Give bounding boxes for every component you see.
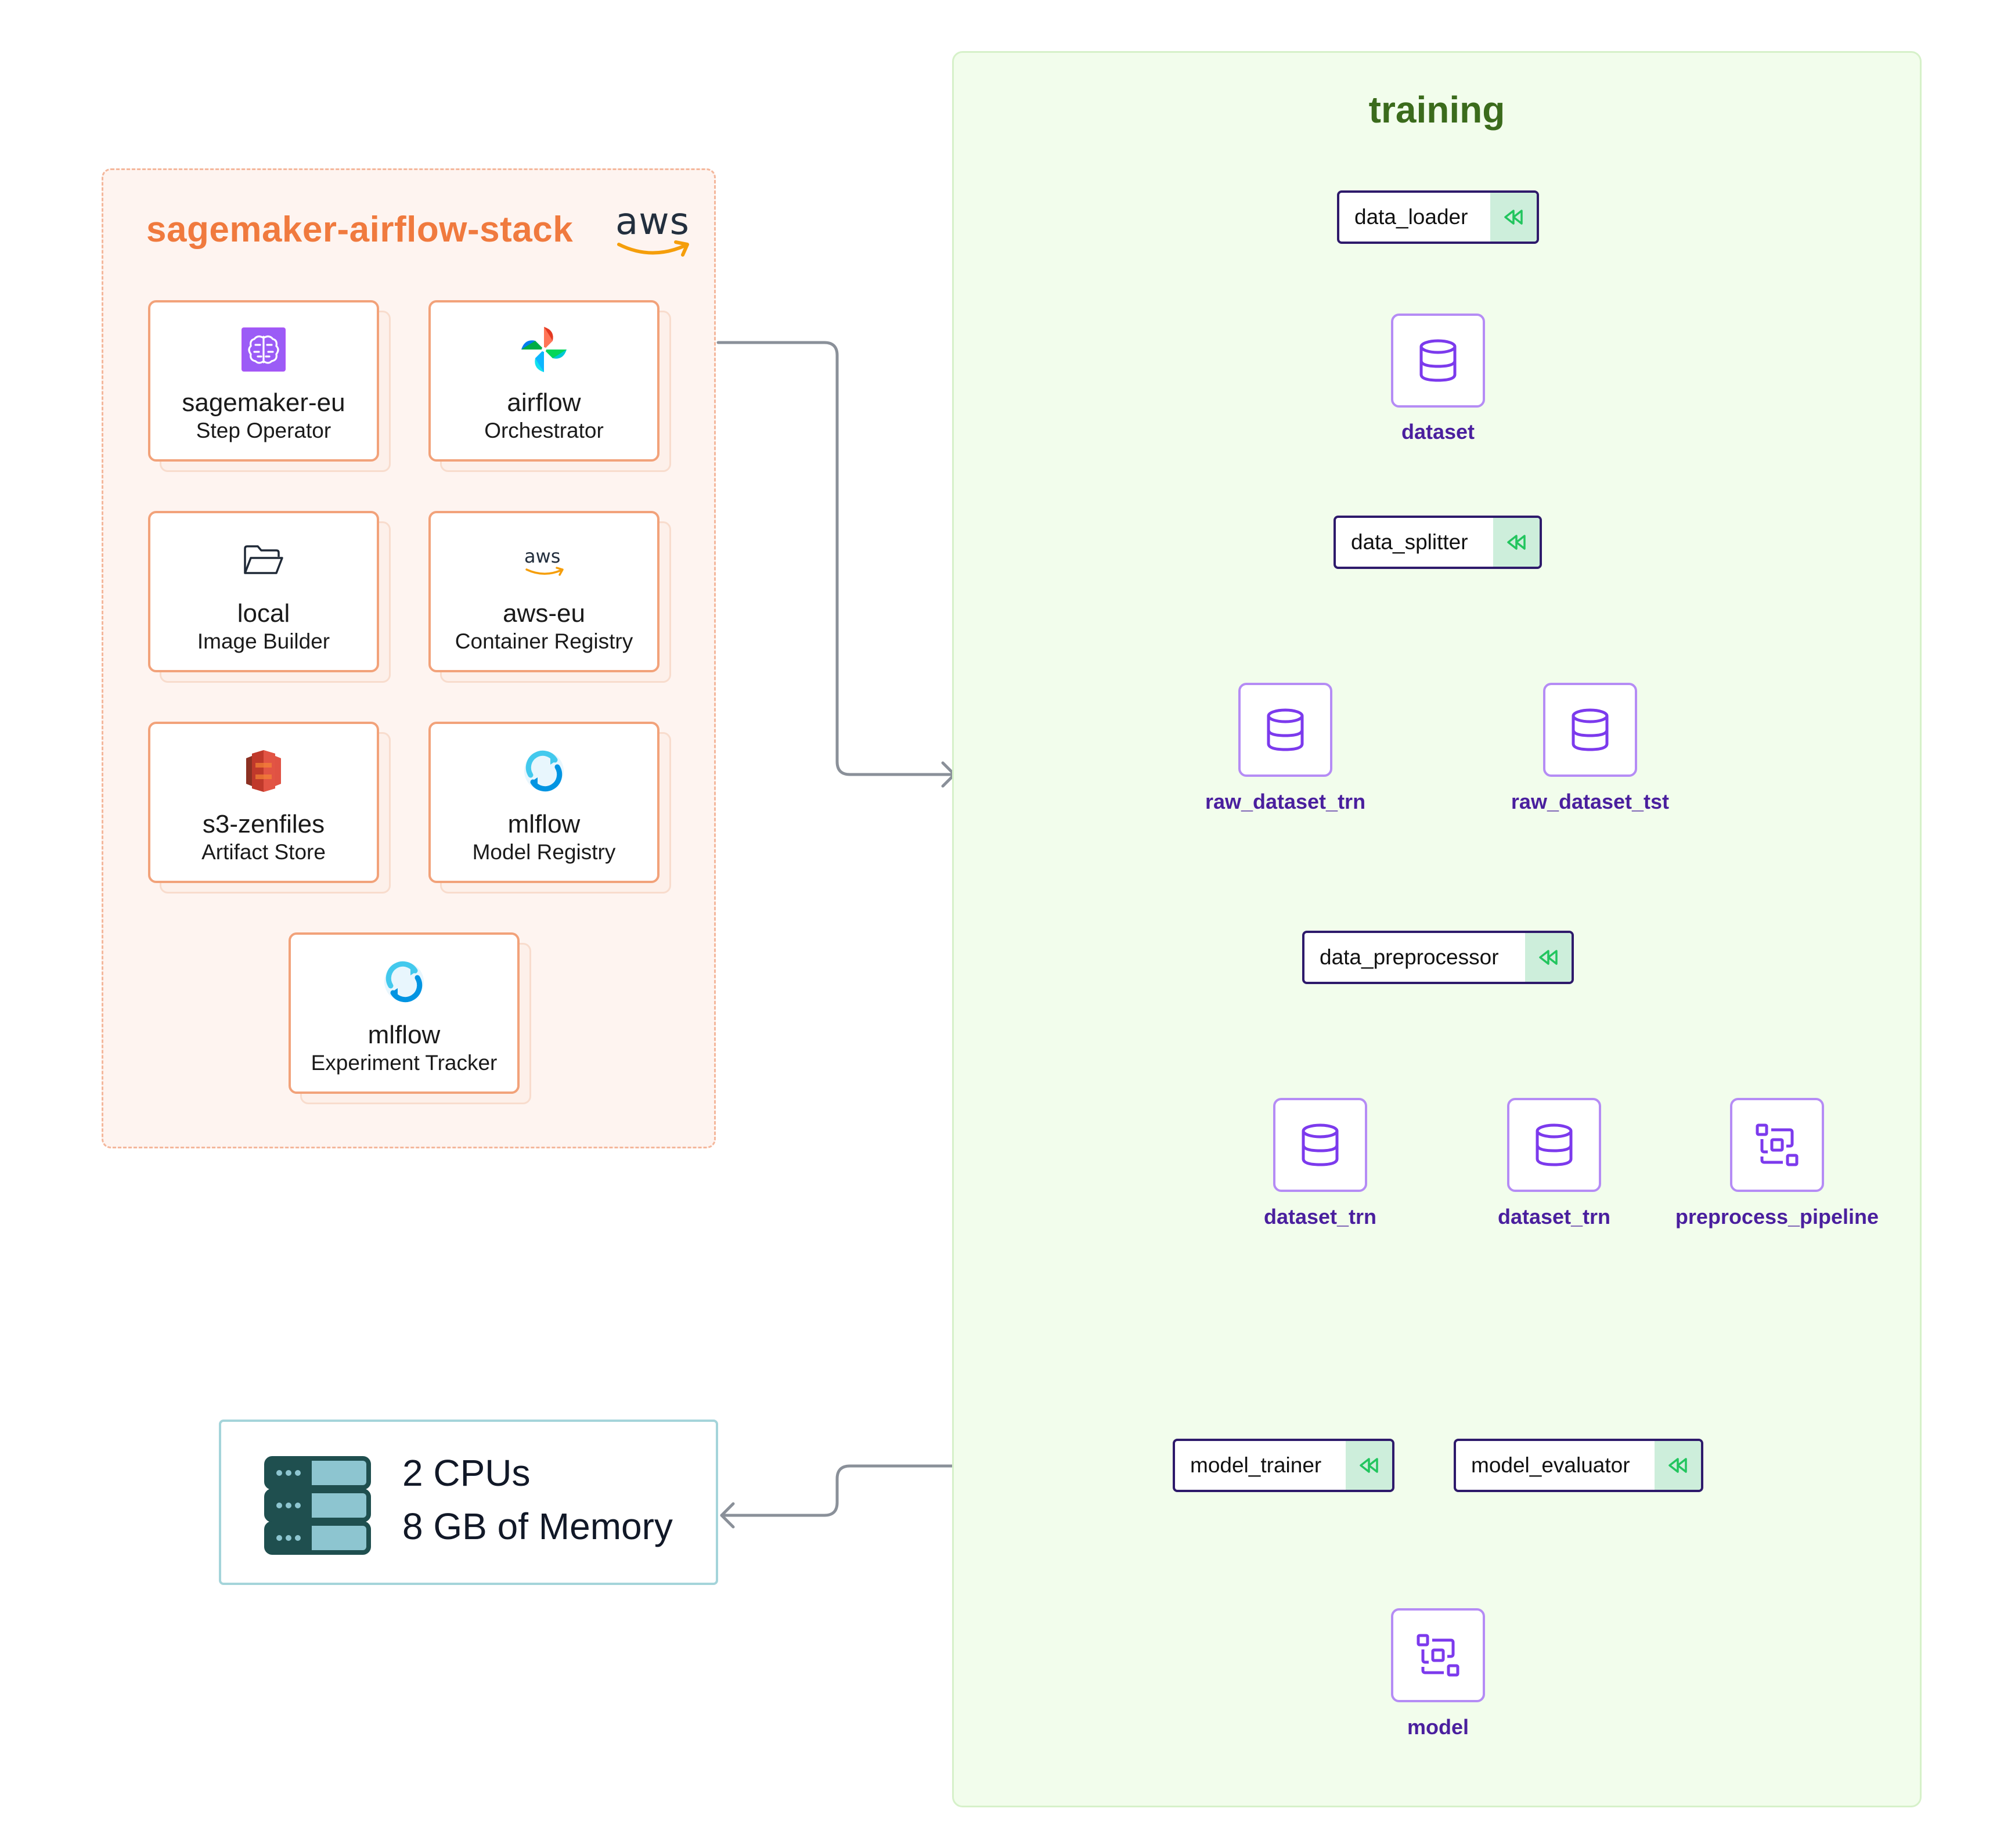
step-label: data_preprocessor [1320, 945, 1499, 969]
component-type: Step Operator [196, 419, 331, 442]
artifact-label: raw_dataset_trn [1205, 790, 1366, 813]
sagemaker-brain-icon [242, 327, 286, 372]
step-model-evaluator[interactable]: model_evaluator [1454, 1439, 1703, 1492]
step-model-trainer[interactable]: model_trainer [1173, 1439, 1394, 1492]
database-icon [1302, 1123, 1339, 1166]
component-type: Image Builder [197, 629, 330, 653]
artifact-dataset[interactable] [1391, 314, 1485, 408]
cpu-count: 2 CPUs [402, 1452, 531, 1494]
cached-rewind-icon [1493, 518, 1540, 567]
database-icon [1267, 708, 1304, 751]
component-type: Container Registry [455, 629, 633, 653]
step-label: data_loader [1354, 205, 1468, 229]
artifact-preprocess-pipeline[interactable] [1730, 1098, 1824, 1192]
database-icon [1536, 1123, 1573, 1166]
artifact-label: preprocess_pipeline [1675, 1205, 1879, 1229]
step-data-splitter[interactable]: data_splitter [1334, 516, 1542, 569]
artifact-label: model [1407, 1715, 1469, 1739]
component-name: sagemaker-eu [182, 388, 345, 417]
artifact-raw-dataset-tst[interactable] [1543, 683, 1637, 777]
component-type: Model Registry [472, 840, 616, 864]
stack-component-artifact-store[interactable]: s3-zenfiles Artifact Store [148, 722, 392, 896]
stack-component-step-operator[interactable]: sagemaker-eu Step Operator [148, 300, 392, 474]
artifact-dataset-trn-2[interactable] [1507, 1098, 1601, 1192]
component-name: aws-eu [503, 599, 585, 628]
artifact-model[interactable] [1391, 1608, 1485, 1702]
artifact-raw-dataset-trn[interactable] [1238, 683, 1332, 777]
server-rack-icon [264, 1456, 371, 1555]
s3-bucket-icon [246, 750, 281, 792]
component-name: mlflow [507, 810, 581, 838]
artifact-label: dataset [1401, 420, 1475, 444]
mlflow-icon [384, 961, 424, 1003]
artifact-label: raw_dataset_tst [1511, 790, 1670, 813]
mlflow-icon [524, 750, 564, 792]
stack-component-image-builder[interactable]: local Image Builder [148, 511, 392, 685]
stack-component-container-registry[interactable]: aws aws-eu Container Registry [428, 511, 672, 685]
component-type: Artifact Store [201, 840, 326, 864]
stack-title: sagemaker-airflow-stack [146, 210, 574, 250]
stack-component-model-registry[interactable]: mlflow Model Registry [428, 722, 672, 896]
cached-rewind-icon [1346, 1441, 1392, 1490]
cached-rewind-icon [1525, 933, 1572, 982]
database-icon [1419, 339, 1457, 382]
component-name: s3-zenfiles [202, 810, 325, 838]
model-object-icon [1417, 1634, 1459, 1677]
artifact-dataset-trn[interactable] [1273, 1098, 1367, 1192]
step-label: data_splitter [1351, 530, 1468, 554]
step-label: model_trainer [1190, 1453, 1322, 1477]
folder-icon [244, 545, 283, 574]
model-object-icon [1756, 1123, 1799, 1166]
cached-rewind-icon [1655, 1441, 1701, 1490]
component-name: airflow [507, 388, 581, 417]
component-name: mlflow [367, 1021, 441, 1049]
aws-logo-icon: aws [611, 200, 698, 264]
stack-component-orchestrator[interactable]: airflow Orchestrator [428, 300, 672, 474]
aws-logo-icon: aws [521, 543, 567, 578]
component-type: Orchestrator [484, 419, 604, 442]
stack-component-experiment-tracker[interactable]: mlflow Experiment Tracker [289, 932, 532, 1107]
pipeline-title: training [1368, 89, 1505, 131]
memory-amount: 8 GB of Memory [402, 1505, 673, 1547]
component-name: local [237, 599, 290, 628]
step-data-loader[interactable]: data_loader [1337, 190, 1539, 244]
edge-stack-training [716, 341, 956, 776]
airflow-pinwheel-icon [521, 327, 567, 372]
cached-rewind-icon [1490, 193, 1537, 242]
step-label: model_evaluator [1471, 1453, 1630, 1477]
database-icon [1572, 708, 1609, 751]
step-data-preprocessor[interactable]: data_preprocessor [1302, 931, 1574, 984]
component-type: Experiment Tracker [311, 1051, 498, 1075]
